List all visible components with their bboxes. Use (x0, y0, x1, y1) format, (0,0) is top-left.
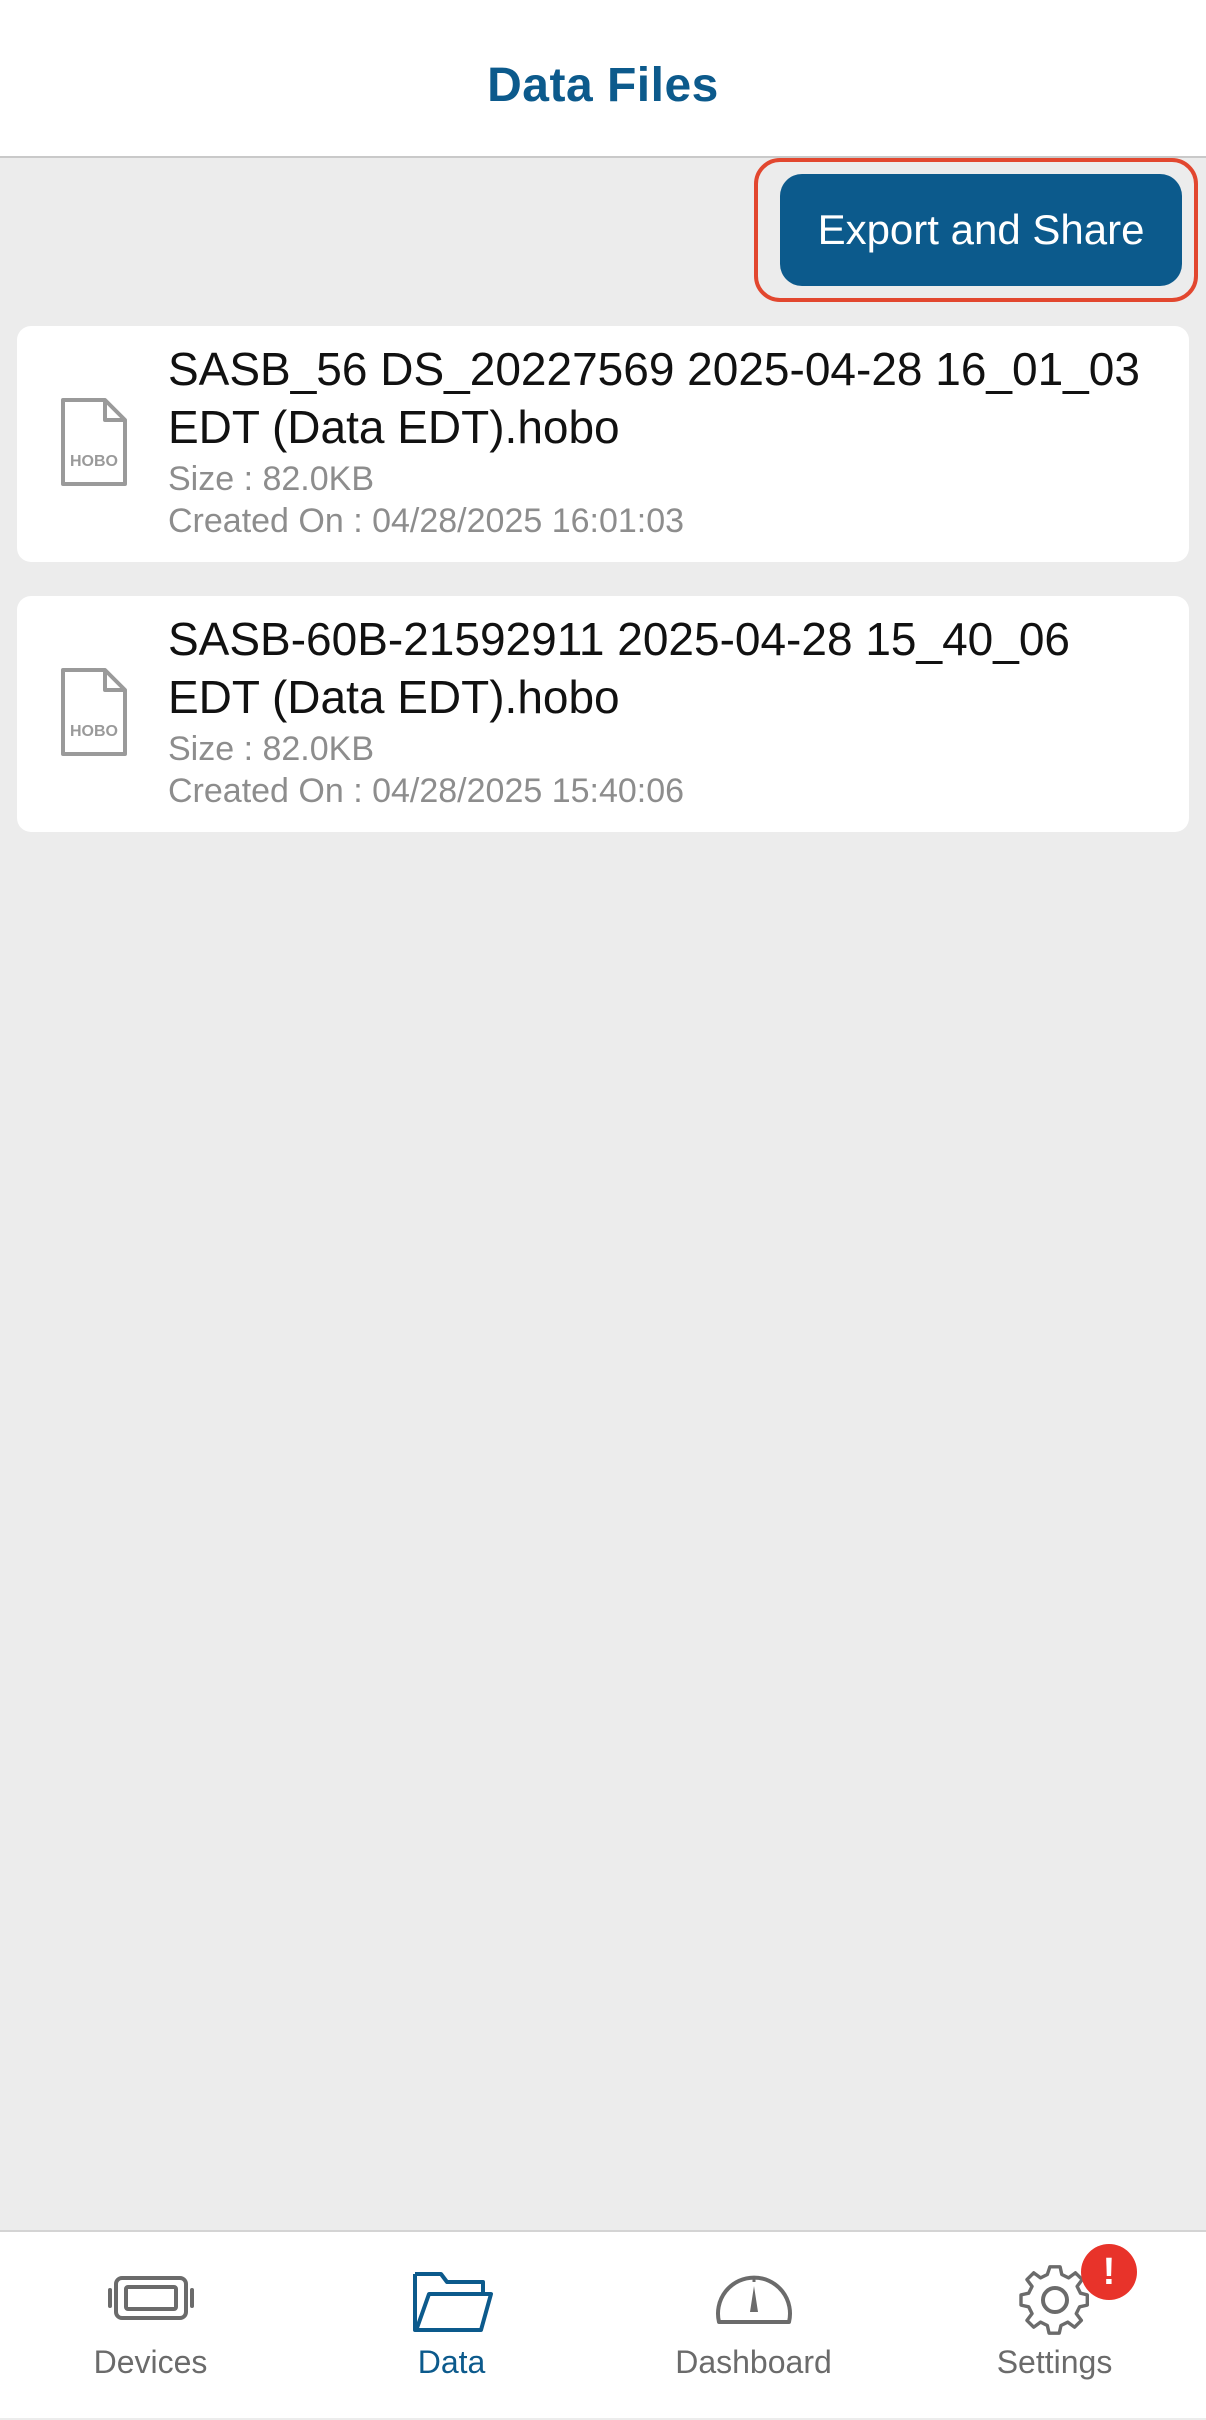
file-created-date: Created On : 04/28/2025 15:40:06 (168, 772, 685, 810)
file-created-date: Created On : 04/28/2025 16:01:03 (168, 502, 685, 540)
file-size: Size : 82.0KB (168, 460, 375, 498)
export-and-share-button[interactable]: Export and Share (780, 174, 1182, 286)
page-title: Data Files (487, 59, 719, 112)
gauge-icon (715, 2275, 792, 2324)
file-list-item[interactable]: HOBO SASB_56 DS_20227569 2025-04-28 16_0… (17, 326, 1189, 562)
tab-data[interactable]: Data (301, 2232, 602, 2420)
tab-label: Data (417, 2344, 486, 2380)
settings-alert-badge: ! (1081, 2244, 1137, 2300)
folder-icon (412, 2272, 493, 2332)
file-list-item[interactable]: HOBO SASB-60B-21592911 2025-04-28 15_40_… (17, 596, 1189, 832)
hobo-file-icon: HOBO (61, 668, 127, 756)
svg-text:HOBO: HOBO (70, 723, 118, 740)
tab-label: Devices (93, 2344, 208, 2380)
tab-label: Settings (996, 2344, 1113, 2380)
svg-text:HOBO: HOBO (70, 453, 118, 470)
hobo-file-icon: HOBO (61, 398, 127, 486)
tab-devices[interactable]: Devices (0, 2232, 301, 2420)
tab-dashboard[interactable]: Dashboard (603, 2232, 904, 2420)
tab-label: Dashboard (675, 2344, 832, 2380)
tab-bar: Devices Data Dashboard ! Settings (0, 2230, 1206, 2418)
file-name: SASB-60B-21592911 2025-04-28 15_40_06 ED… (168, 613, 1070, 723)
header-bar: Data Files (0, 0, 1206, 158)
devices-icon (107, 2276, 194, 2320)
file-name: SASB_56 DS_20227569 2025-04-28 16_01_03 … (168, 343, 1140, 453)
tab-settings[interactable]: ! Settings (904, 2232, 1205, 2420)
file-size: Size : 82.0KB (168, 730, 375, 768)
